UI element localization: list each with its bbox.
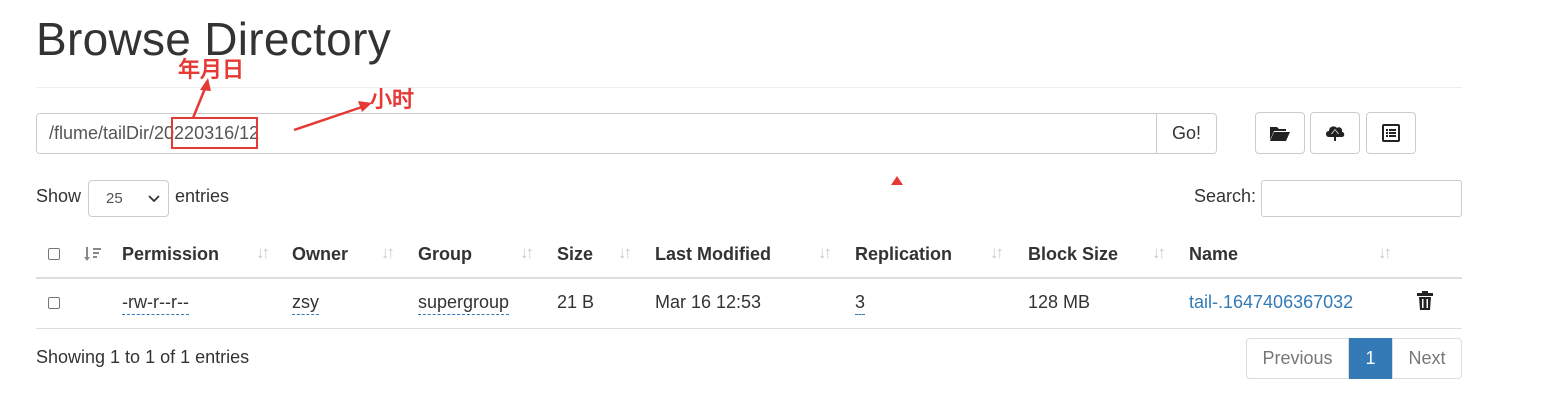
cell-last-modified: Mar 16 12:53 xyxy=(655,292,762,312)
table-header-divider xyxy=(36,277,1462,279)
search-label: Search: xyxy=(1194,186,1257,206)
next-button[interactable]: Next xyxy=(1392,338,1462,379)
folder-open-icon xyxy=(1270,127,1290,141)
column-header-replication[interactable]: Replication xyxy=(855,244,952,265)
cell-replication[interactable]: 3 xyxy=(855,292,866,315)
entries-select-value: 25 xyxy=(106,190,123,207)
go-button[interactable]: Go! xyxy=(1156,114,1216,153)
sort-desc-icon[interactable] xyxy=(84,246,102,262)
cell-size: 21 B xyxy=(557,292,595,312)
column-header-owner[interactable]: Owner xyxy=(292,244,348,265)
cell-group[interactable]: supergroup xyxy=(418,292,510,315)
date-annotation: 年月日 xyxy=(178,58,245,83)
column-header-size[interactable]: Size xyxy=(557,244,593,265)
search-input[interactable] xyxy=(1261,180,1462,217)
row-checkbox[interactable] xyxy=(48,297,60,309)
select-all-checkbox[interactable] xyxy=(48,248,60,260)
hour-annotation: 小时 xyxy=(370,88,415,113)
sort-icon[interactable]: ↓↑ xyxy=(381,243,395,263)
sort-icon[interactable]: ↓↑ xyxy=(1378,243,1392,263)
sort-icon[interactable]: ↓↑ xyxy=(520,243,534,263)
table-info: Showing 1 to 1 of 1 entries xyxy=(36,347,250,367)
sort-icon[interactable]: ↓↑ xyxy=(1152,243,1166,263)
table-bottom-divider xyxy=(36,328,1462,329)
trash-icon[interactable] xyxy=(1417,291,1433,310)
sort-icon[interactable]: ↓↑ xyxy=(618,243,632,263)
sort-icon[interactable]: ↓↑ xyxy=(990,243,1004,263)
cell-permission[interactable]: -rw-r--r-- xyxy=(122,292,189,315)
show-label: Show xyxy=(36,186,82,206)
sort-icon[interactable]: ↓↑ xyxy=(818,243,832,263)
date-highlight-box xyxy=(171,117,258,149)
cut-paste-button[interactable] xyxy=(1366,112,1416,154)
column-header-permission[interactable]: Permission xyxy=(122,244,219,265)
create-directory-button[interactable] xyxy=(1255,112,1305,154)
cell-name-link[interactable]: tail-.1647406367032 xyxy=(1189,292,1353,313)
upload-button[interactable] xyxy=(1310,112,1360,154)
pagination: Previous 1 Next xyxy=(1246,338,1462,379)
previous-button[interactable]: Previous xyxy=(1246,338,1349,379)
page-1-button[interactable]: 1 xyxy=(1349,338,1392,379)
cell-block-size: 128 MB xyxy=(1028,292,1091,312)
column-header-name[interactable]: Name xyxy=(1189,244,1238,265)
column-header-group[interactable]: Group xyxy=(418,244,472,265)
entries-label: entries xyxy=(175,186,230,206)
list-alt-icon xyxy=(1382,124,1400,142)
sort-icon[interactable]: ↓↑ xyxy=(256,243,270,263)
chevron-down-icon xyxy=(148,194,160,202)
column-header-last-modified[interactable]: Last Modified xyxy=(655,244,771,265)
cell-owner[interactable]: zsy xyxy=(292,292,319,315)
column-header-block-size[interactable]: Block Size xyxy=(1028,244,1118,265)
cloud-upload-icon xyxy=(1326,126,1345,142)
divider xyxy=(36,87,1462,88)
entries-select[interactable]: 25 xyxy=(88,180,169,217)
